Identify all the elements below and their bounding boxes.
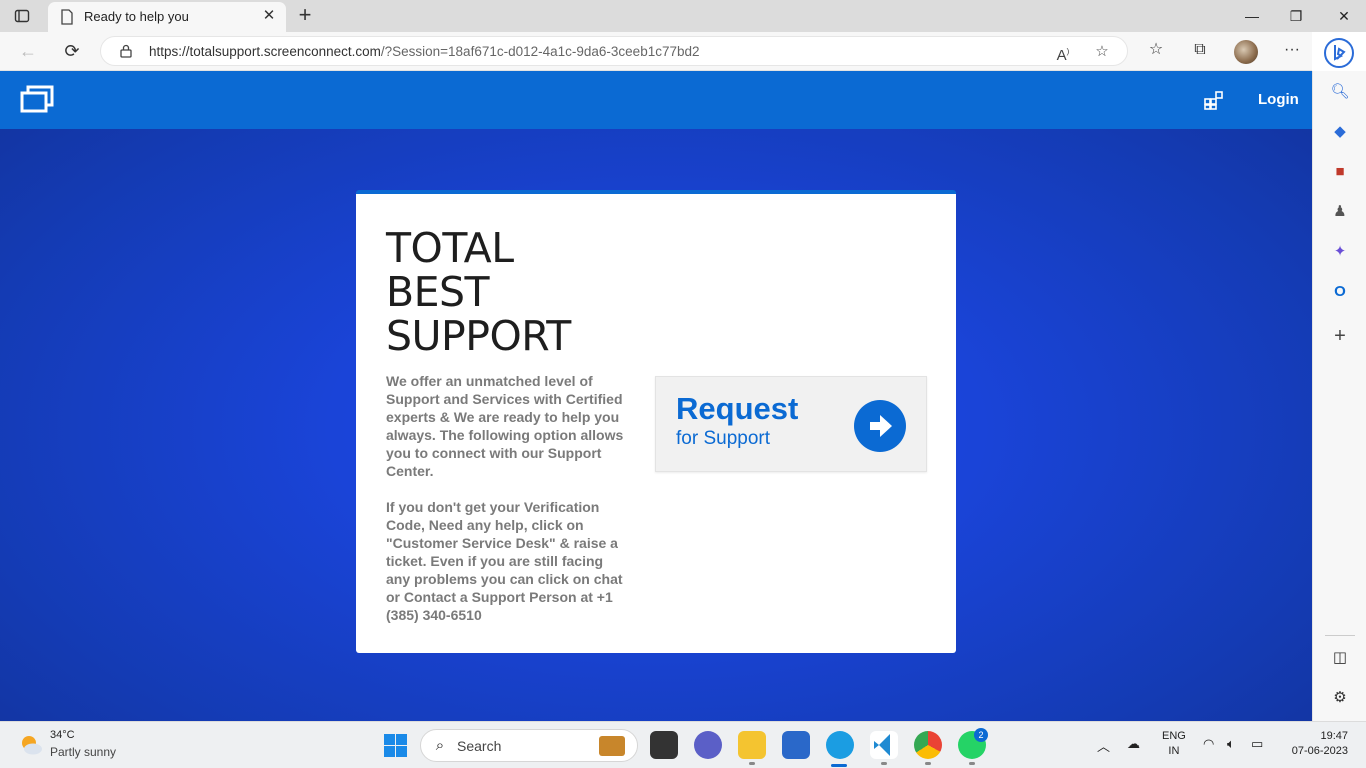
volume-icon[interactable]: 🔈︎ — [1227, 736, 1235, 752]
running-indicator — [881, 762, 887, 765]
read-aloud-icon[interactable]: A) — [1053, 42, 1073, 64]
show-hidden-icons-chevron-icon[interactable]: ︿ — [1097, 736, 1110, 755]
clock-time: 19:47 — [1320, 730, 1348, 742]
taskbar-search[interactable]: ⌕ Search — [420, 729, 638, 762]
more-menu-icon[interactable]: ··· — [1281, 39, 1303, 61]
edge-browser-icon[interactable] — [826, 731, 854, 759]
site-header: Login — [0, 71, 1312, 129]
collections-icon[interactable]: ⧉ — [1189, 39, 1211, 61]
wifi-icon[interactable]: ◠ — [1203, 736, 1214, 752]
headline-line: BEST — [386, 268, 490, 316]
page-icon — [60, 9, 74, 25]
close-tab-icon[interactable]: ✕ — [260, 7, 278, 25]
running-indicator — [749, 762, 755, 765]
settings-gear-icon[interactable]: ⚙ — [1329, 687, 1351, 709]
weather-temperature[interactable]: 34°C — [50, 729, 75, 741]
favorites-icon[interactable]: ☆ — [1145, 39, 1167, 61]
running-indicator — [969, 762, 975, 765]
tab-title: Ready to help you — [84, 9, 189, 24]
shopping-tag-icon[interactable]: ◆ — [1329, 121, 1351, 143]
tools-icon[interactable]: ■ — [1329, 161, 1351, 183]
page-title: TOTAL BEST SUPPORT — [386, 226, 571, 358]
split-screen-icon[interactable]: ◫ — [1329, 647, 1351, 669]
description-paragraph: If you don't get your Verification Code,… — [386, 499, 623, 623]
request-support-button[interactable]: Request for Support — [655, 376, 927, 472]
lock-icon[interactable] — [119, 44, 133, 58]
search-icon[interactable]: 🔍︎ — [1329, 81, 1351, 103]
arrow-right-icon — [854, 400, 906, 452]
url-domain: https://totalsupport.screenconnect.com — [149, 44, 381, 59]
minimize-button[interactable]: — — [1242, 6, 1262, 26]
notification-badge: 2 — [974, 728, 988, 742]
request-subtitle: for Support — [676, 428, 770, 449]
language-code: ENG — [1162, 730, 1186, 742]
outlook-icon[interactable]: O — [1329, 281, 1351, 303]
edge-sidebar: 🔍︎ ◆ ■ ♟ ✦ O + ◫ ⚙ — [1312, 71, 1366, 721]
browser-tab[interactable]: Ready to help you ✕ — [48, 2, 286, 32]
refresh-icon[interactable]: ⟳ — [61, 40, 83, 62]
login-link[interactable]: Login — [1258, 91, 1299, 108]
favorite-star-icon[interactable]: ☆ — [1092, 42, 1112, 62]
new-tab-button[interactable]: + — [294, 4, 316, 26]
apps-tile-icon[interactable] — [1204, 91, 1223, 110]
site-logo-icon[interactable] — [20, 85, 54, 113]
teams-chat-icon[interactable] — [694, 731, 722, 759]
headline-line: SUPPORT — [386, 312, 571, 360]
support-card: TOTAL BEST SUPPORT We offer an unmatched… — [356, 190, 956, 653]
address-bar[interactable]: https://totalsupport.screenconnect.com/?… — [100, 36, 1128, 66]
description-paragraph: We offer an unmatched level of Support a… — [386, 373, 624, 479]
games-icon[interactable]: ♟ — [1329, 201, 1351, 223]
url-text[interactable]: https://totalsupport.screenconnect.com/?… — [149, 44, 700, 59]
restore-button[interactable]: ❐ — [1286, 6, 1306, 26]
page-content: Login TOTAL BEST SUPPORT We offer an unm… — [0, 71, 1312, 721]
sidebar-divider — [1325, 635, 1355, 636]
task-view-icon[interactable] — [650, 731, 678, 759]
tab-actions-icon[interactable] — [14, 8, 30, 24]
clock-date: 07-06-2023 — [1291, 745, 1348, 757]
office-icon[interactable]: ✦ — [1329, 241, 1351, 263]
running-indicator — [925, 762, 931, 765]
tab-bar: Ready to help you ✕ + — ❐ ✕ — [0, 0, 1366, 32]
weather-condition[interactable]: Partly sunny — [50, 745, 116, 759]
headline-line: TOTAL — [386, 224, 514, 272]
windows-start-icon[interactable] — [384, 734, 407, 757]
file-explorer-icon[interactable] — [738, 731, 766, 759]
battery-icon[interactable]: ▭ — [1251, 736, 1263, 752]
url-path: /?Session=18af671c-d012-4a1c-9da6-3ceeb1… — [380, 44, 700, 59]
onedrive-cloud-icon[interactable]: ☁ — [1127, 736, 1140, 752]
add-sidebar-icon[interactable]: + — [1329, 325, 1351, 347]
address-toolbar: ← ⟳ https://totalsupport.screenconnect.c… — [0, 32, 1312, 71]
windows-taskbar: 34°C Partly sunny ⌕ Search 2 ︿ ☁ ENG IN … — [0, 721, 1366, 768]
chrome-icon[interactable] — [914, 731, 942, 759]
language-region: IN — [1168, 745, 1180, 757]
microsoft-store-icon[interactable] — [782, 731, 810, 759]
bing-copilot-icon[interactable] — [1324, 38, 1354, 68]
briefcase-icon — [599, 736, 625, 756]
language-indicator[interactable]: ENG IN — [1162, 729, 1186, 759]
profile-avatar[interactable] — [1234, 40, 1258, 64]
vscode-icon[interactable] — [870, 731, 898, 759]
weather-partly-sunny-icon[interactable] — [18, 732, 44, 758]
taskbar-search-label: Search — [457, 738, 502, 754]
close-window-button[interactable]: ✕ — [1334, 6, 1354, 26]
back-icon[interactable]: ← — [17, 40, 39, 62]
search-icon: ⌕ — [435, 737, 445, 754]
active-app-indicator — [831, 764, 847, 767]
system-clock[interactable]: 19:47 07-06-2023 — [1282, 729, 1348, 759]
description: We offer an unmatched level of Support a… — [386, 372, 631, 624]
request-title: Request — [676, 391, 799, 426]
